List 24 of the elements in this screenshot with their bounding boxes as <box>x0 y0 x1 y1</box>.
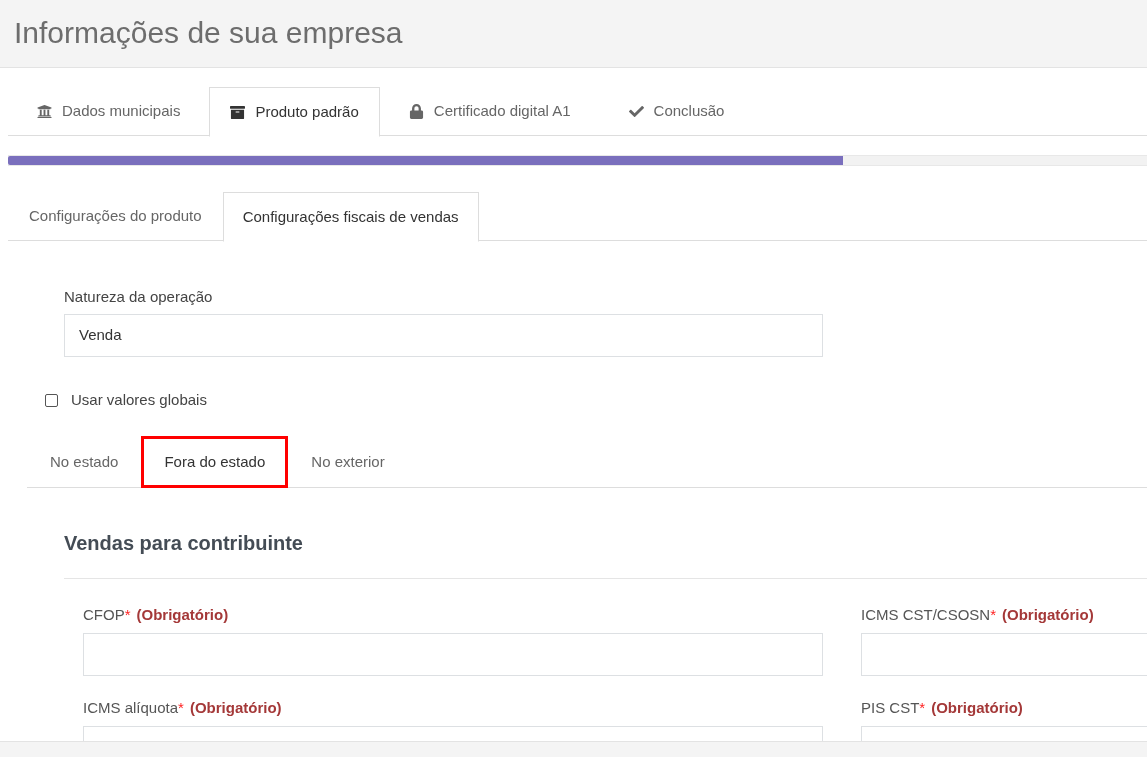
field-label: ICMS CST/CSOSN* (Obrigatório) <box>861 605 1094 625</box>
field-label: Natureza da operação <box>64 287 213 307</box>
input-field[interactable]: Venda <box>64 314 823 357</box>
field-label: PIS CST* (Obrigatório) <box>861 698 1023 718</box>
wizard-tab[interactable]: Dados municipais <box>8 87 210 136</box>
wizard-tab[interactable]: Conclusão <box>599 87 754 136</box>
checkbox-label: Usar valores globais <box>71 389 207 410</box>
section-tab[interactable]: Configurações do produto <box>8 192 223 241</box>
page-title: Informações de sua empresa <box>14 17 403 50</box>
region-tab[interactable]: No exterior <box>288 436 408 488</box>
input-field[interactable] <box>83 633 823 676</box>
section-heading: Vendas para contribuinte <box>64 531 303 556</box>
region-tab[interactable]: No estado <box>27 436 142 488</box>
section-tab[interactable]: Configurações fiscais de vendas <box>222 192 479 242</box>
checkbox[interactable] <box>45 393 58 407</box>
region-tab[interactable]: Fora do estado <box>141 436 289 488</box>
check-icon <box>628 104 644 119</box>
archive-box-icon <box>230 104 246 120</box>
field-label: ICMS alíquota* (Obrigatório) <box>83 698 282 718</box>
field-label: CFOP* (Obrigatório) <box>83 605 229 625</box>
wizard-tab[interactable]: Produto padrão <box>209 87 380 137</box>
bank-icon <box>37 104 52 119</box>
lock-icon <box>408 104 424 119</box>
wizard-tab[interactable]: Certificado digital A1 <box>379 87 600 136</box>
